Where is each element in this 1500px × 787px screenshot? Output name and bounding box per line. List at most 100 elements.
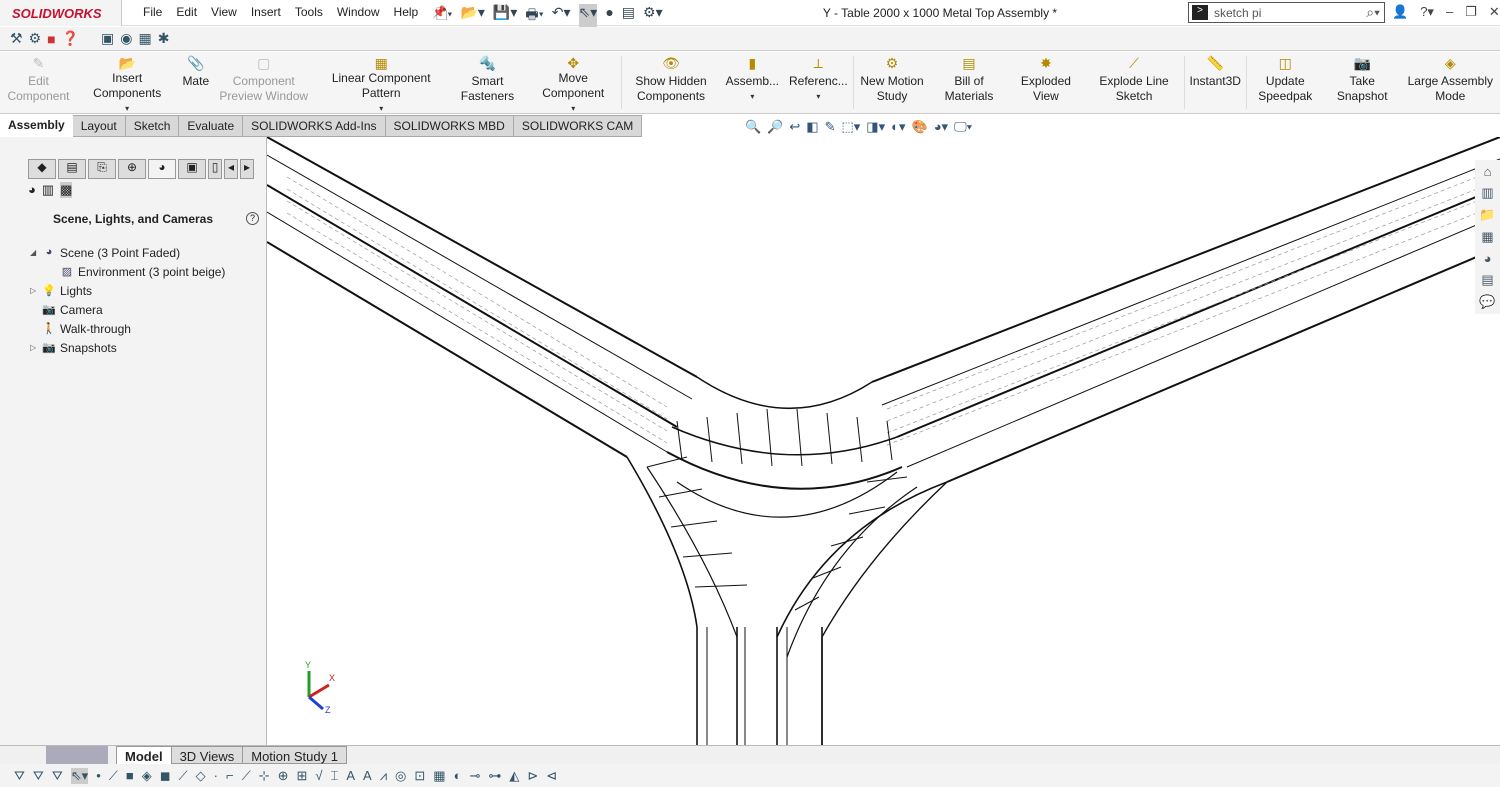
tab-scroll-buttons[interactable] xyxy=(46,746,108,764)
user-icon[interactable]: 👤 xyxy=(1392,4,1408,20)
filter-cosmetic-icon[interactable]: ⩘ xyxy=(380,768,387,784)
command-exploded-view[interactable]: ✸ Exploded View xyxy=(1007,52,1084,113)
previous-view-icon[interactable]: ↩ xyxy=(789,119,800,135)
filter-mate-icon[interactable]: ⊳ xyxy=(527,768,538,784)
filter-connection-icon[interactable]: ⊸ xyxy=(469,768,480,784)
graphics-area[interactable]: Y X Z xyxy=(267,137,1500,745)
tab-solidworks-add-ins[interactable]: SOLIDWORKS Add-Ins xyxy=(243,115,386,137)
command-move-component[interactable]: ✥ Move Component ▾ xyxy=(526,52,621,114)
tree-node[interactable]: ▷ 💡 Lights xyxy=(30,281,225,300)
scroll-right-icon[interactable]: ▸ xyxy=(240,159,254,179)
close-icon[interactable]: ✕ xyxy=(1489,4,1500,20)
dropdown-arrow-icon[interactable]: ▾ xyxy=(125,101,129,116)
view-palette-icon[interactable]: ▦ xyxy=(1481,229,1493,245)
filter-points-icon[interactable]: · xyxy=(214,768,218,783)
filter-note-icon[interactable]: A xyxy=(346,768,355,783)
feature-manager-tab-icon[interactable]: ◆ xyxy=(28,159,56,179)
dimxpert-tab-icon[interactable]: ⊕ xyxy=(118,159,146,179)
edit-appearance-icon[interactable]: 🎨 xyxy=(912,119,928,135)
restore-icon[interactable]: ❐ xyxy=(1465,4,1477,20)
tab-evaluate[interactable]: Evaluate xyxy=(179,115,244,137)
filter-balloon-icon[interactable]: ◐ xyxy=(454,768,462,783)
command-take-snapshot[interactable]: 📷 Take Snapshot xyxy=(1324,52,1401,113)
tab-3d-views[interactable]: 3D Views xyxy=(170,746,244,764)
filter-vertices-icon[interactable]: • xyxy=(96,768,101,783)
view-orientation-icon[interactable]: ⬚▾ xyxy=(841,119,860,135)
scroll-left-icon[interactable]: ◂ xyxy=(224,159,238,179)
filter-faces-icon[interactable]: ■ xyxy=(126,768,134,783)
filter-block-icon[interactable]: ⊡ xyxy=(414,768,425,784)
gear-icon[interactable]: ⚙ xyxy=(29,30,42,47)
tab-motion-study-1[interactable]: Motion Study 1 xyxy=(242,746,347,764)
command-linear-component-pattern[interactable]: ▦ Linear Component Pattern ▾ xyxy=(313,52,449,116)
help-icon[interactable]: ?▾ xyxy=(1420,4,1434,20)
tab-solidworks-cam[interactable]: SOLIDWORKS CAM xyxy=(513,115,643,137)
tab-model[interactable]: Model xyxy=(116,746,172,764)
addin-icon-2[interactable]: ◉ xyxy=(120,30,132,47)
expand-toggle-icon[interactable]: ▷ xyxy=(30,343,42,352)
minimize-icon[interactable]: – xyxy=(1446,4,1453,20)
decals-icon[interactable]: ▥ xyxy=(42,182,54,198)
filter-sketch-icon[interactable]: ⌐ xyxy=(226,768,234,783)
filter-routing-icon[interactable]: ◭ xyxy=(509,768,519,784)
property-manager-tab-icon[interactable]: ▤ xyxy=(58,159,86,179)
filter-surface-finish-icon[interactable]: √ xyxy=(315,768,322,783)
addin-icon-3[interactable]: ▦ xyxy=(138,30,151,47)
tab-solidworks-mbd[interactable]: SOLIDWORKS MBD xyxy=(385,115,514,137)
filter-segment-icon[interactable]: ⟋ xyxy=(242,768,251,784)
settings-icon[interactable]: ✱ xyxy=(158,30,170,47)
section-view-icon[interactable]: ◧ xyxy=(806,119,818,135)
home-icon[interactable]: ⌂ xyxy=(1484,164,1492,179)
zoom-to-fit-icon[interactable]: 🔍 xyxy=(745,119,761,135)
filter-weld-icon[interactable]: ⌶ xyxy=(331,768,339,784)
filter-clear-icon[interactable]: ⛛ xyxy=(52,768,63,784)
command-assemb[interactable]: ▮ Assemb... ▾ xyxy=(721,52,784,113)
filter-icon[interactable]: ⛛ xyxy=(14,768,25,784)
filter-table-icon[interactable]: ▦ xyxy=(433,768,445,784)
command-explode-line-sketch[interactable]: ⟋ Explode Line Sketch xyxy=(1084,52,1183,113)
filter-datum-icon[interactable]: A xyxy=(363,768,372,783)
3dexperience-icon[interactable]: ■ xyxy=(47,31,55,47)
filter-surface-icon[interactable]: ◈ xyxy=(142,768,152,784)
display-manager-tab-icon[interactable]: ◕ xyxy=(148,159,176,179)
scene-lights-cameras-icon[interactable]: ▩ xyxy=(60,182,73,198)
command-large-assembly-mode[interactable]: ◈ Large Assembly Mode xyxy=(1401,52,1500,113)
filter-solid-icon[interactable]: ◼ xyxy=(160,768,171,784)
help-circle-icon[interactable]: ❓ xyxy=(62,30,79,47)
command-component-preview-window[interactable]: ▢ Component Preview Window xyxy=(214,52,313,113)
addin-icon-1[interactable]: ▣ xyxy=(101,30,114,47)
appearances-scenes-icon[interactable]: ◕ xyxy=(1484,251,1492,266)
configuration-manager-tab-icon[interactable]: ⎘ xyxy=(88,159,116,179)
filter-route-icon[interactable]: ⊶ xyxy=(488,768,501,784)
filter-midpoint-icon[interactable]: ⊹ xyxy=(259,768,270,784)
filter-center-icon[interactable]: ⊕ xyxy=(278,768,289,784)
zoom-area-icon[interactable]: 🔎 xyxy=(767,119,783,135)
tree-node[interactable]: ▷ 📷 Snapshots xyxy=(30,338,225,357)
appearances-icon[interactable]: ◕ xyxy=(28,182,36,198)
tree-node[interactable]: ◢ ◕ Scene (3 Point Faded) xyxy=(30,243,225,262)
file-explorer-icon[interactable]: 📁 xyxy=(1479,207,1495,223)
sw-resources-icon[interactable]: ⚒ xyxy=(10,30,23,47)
expand-toggle-icon[interactable]: ◢ xyxy=(30,248,42,257)
command-bill-of-materials[interactable]: ▤ Bill of Materials xyxy=(931,52,1008,113)
design-library-icon[interactable]: ▥ xyxy=(1481,185,1493,201)
view-settings-icon[interactable]: 🖵▾ xyxy=(954,119,972,135)
filter-dimension-icon[interactable]: ⊞ xyxy=(296,768,307,784)
dropdown-arrow-icon[interactable]: ▾ xyxy=(379,101,383,116)
expand-toggle-icon[interactable]: ▷ xyxy=(30,286,42,295)
forum-icon[interactable]: 💬 xyxy=(1479,294,1495,310)
help-icon[interactable]: ? xyxy=(246,212,259,225)
command-update-speedpak[interactable]: ◫ Update Speedpak xyxy=(1247,52,1324,113)
search-box[interactable]: > sketch pi ⌕▾ xyxy=(1188,2,1385,23)
search-icon[interactable]: ⌕▾ xyxy=(1366,4,1380,21)
command-instant3d[interactable]: 📏 Instant3D xyxy=(1185,52,1246,113)
filter-edges-icon[interactable]: ⟋ xyxy=(109,768,118,784)
tree-node[interactable]: 🚶 Walk-through xyxy=(30,319,225,338)
hide-show-icon[interactable]: ◐▾ xyxy=(891,119,905,135)
filter-planes-icon[interactable]: ◇ xyxy=(196,768,206,784)
select-arrow-icon[interactable]: ⇖▾ xyxy=(70,767,89,784)
apply-scene-icon[interactable]: ◕▾ xyxy=(934,119,948,135)
tab-sketch[interactable]: Sketch xyxy=(125,115,180,137)
command-mate[interactable]: 📎 Mate xyxy=(177,52,214,113)
dropdown-arrow-icon[interactable]: ▾ xyxy=(816,89,820,104)
